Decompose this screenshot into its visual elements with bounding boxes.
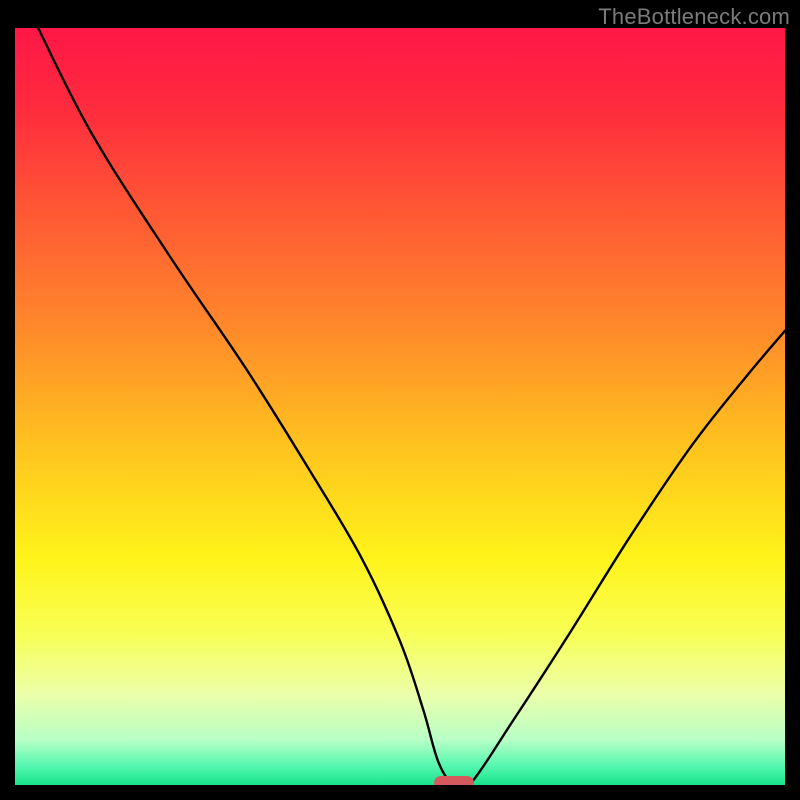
watermark-label: TheBottleneck.com	[598, 4, 790, 30]
plot-area	[15, 28, 785, 785]
plot-svg	[15, 28, 785, 785]
optimal-marker	[434, 776, 474, 785]
gradient-background	[15, 28, 785, 785]
chart-frame: TheBottleneck.com	[0, 0, 800, 800]
